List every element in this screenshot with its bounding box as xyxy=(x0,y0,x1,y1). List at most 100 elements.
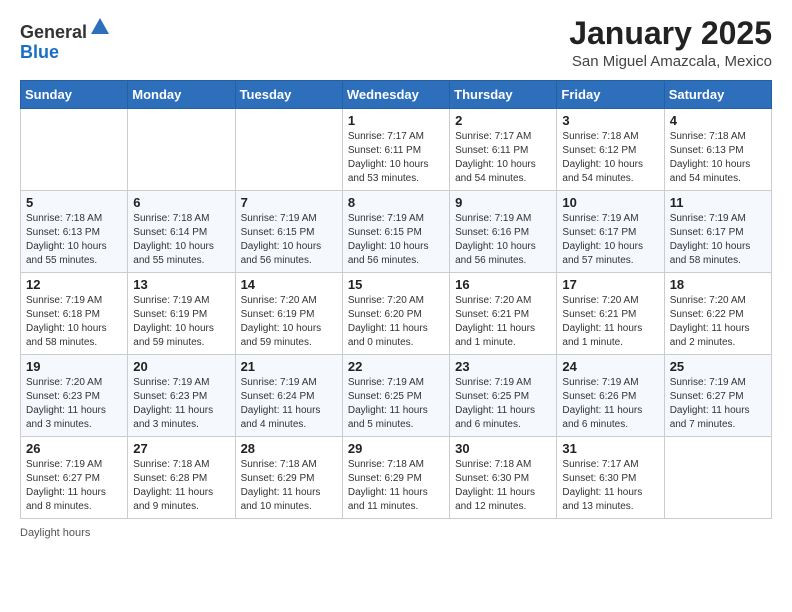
calendar-header-row: SundayMondayTuesdayWednesdayThursdayFrid… xyxy=(21,81,772,109)
calendar-cell: 24 Sunrise: 7:19 AMSunset: 6:26 PMDaylig… xyxy=(557,355,664,437)
weekday-header-sunday: Sunday xyxy=(21,81,128,109)
day-number: 6 xyxy=(133,195,229,210)
calendar-week-3: 12 Sunrise: 7:19 AMSunset: 6:18 PMDaylig… xyxy=(21,273,772,355)
header: General Blue January 2025 San Miguel Ama… xyxy=(20,16,772,70)
day-info: Sunrise: 7:18 AMSunset: 6:28 PMDaylight:… xyxy=(133,459,213,512)
calendar-cell: 13 Sunrise: 7:19 AMSunset: 6:19 PMDaylig… xyxy=(128,273,235,355)
title-block: January 2025 San Miguel Amazcala, Mexico xyxy=(569,16,772,70)
day-number: 5 xyxy=(26,195,122,210)
calendar-week-4: 19 Sunrise: 7:20 AMSunset: 6:23 PMDaylig… xyxy=(21,355,772,437)
calendar-cell: 29 Sunrise: 7:18 AMSunset: 6:29 PMDaylig… xyxy=(342,437,449,519)
day-number: 22 xyxy=(348,359,444,374)
day-number: 20 xyxy=(133,359,229,374)
calendar-cell: 17 Sunrise: 7:20 AMSunset: 6:21 PMDaylig… xyxy=(557,273,664,355)
day-number: 25 xyxy=(670,359,766,374)
day-info: Sunrise: 7:18 AMSunset: 6:12 PMDaylight:… xyxy=(562,131,643,184)
calendar-cell: 12 Sunrise: 7:19 AMSunset: 6:18 PMDaylig… xyxy=(21,273,128,355)
day-number: 28 xyxy=(241,441,337,456)
day-info: Sunrise: 7:19 AMSunset: 6:17 PMDaylight:… xyxy=(562,213,643,266)
calendar-cell: 15 Sunrise: 7:20 AMSunset: 6:20 PMDaylig… xyxy=(342,273,449,355)
calendar-cell: 11 Sunrise: 7:19 AMSunset: 6:17 PMDaylig… xyxy=(664,191,771,273)
day-number: 10 xyxy=(562,195,658,210)
day-number: 18 xyxy=(670,277,766,292)
day-info: Sunrise: 7:17 AMSunset: 6:11 PMDaylight:… xyxy=(455,131,536,184)
day-number: 12 xyxy=(26,277,122,292)
day-number: 4 xyxy=(670,113,766,128)
day-info: Sunrise: 7:20 AMSunset: 6:21 PMDaylight:… xyxy=(455,295,535,348)
calendar-cell: 6 Sunrise: 7:18 AMSunset: 6:14 PMDayligh… xyxy=(128,191,235,273)
day-number: 7 xyxy=(241,195,337,210)
weekday-header-monday: Monday xyxy=(128,81,235,109)
calendar-cell: 9 Sunrise: 7:19 AMSunset: 6:16 PMDayligh… xyxy=(450,191,557,273)
day-info: Sunrise: 7:19 AMSunset: 6:15 PMDaylight:… xyxy=(241,213,322,266)
day-info: Sunrise: 7:20 AMSunset: 6:23 PMDaylight:… xyxy=(26,377,106,430)
calendar-table: SundayMondayTuesdayWednesdayThursdayFrid… xyxy=(20,80,772,519)
day-info: Sunrise: 7:19 AMSunset: 6:18 PMDaylight:… xyxy=(26,295,107,348)
day-number: 19 xyxy=(26,359,122,374)
weekday-header-tuesday: Tuesday xyxy=(235,81,342,109)
day-number: 15 xyxy=(348,277,444,292)
calendar-cell: 19 Sunrise: 7:20 AMSunset: 6:23 PMDaylig… xyxy=(21,355,128,437)
calendar-cell: 20 Sunrise: 7:19 AMSunset: 6:23 PMDaylig… xyxy=(128,355,235,437)
day-info: Sunrise: 7:18 AMSunset: 6:13 PMDaylight:… xyxy=(26,213,107,266)
day-info: Sunrise: 7:19 AMSunset: 6:25 PMDaylight:… xyxy=(348,377,428,430)
month-title: January 2025 xyxy=(569,16,772,51)
logo-blue: Blue xyxy=(20,42,59,62)
day-info: Sunrise: 7:19 AMSunset: 6:26 PMDaylight:… xyxy=(562,377,642,430)
weekday-header-saturday: Saturday xyxy=(664,81,771,109)
day-info: Sunrise: 7:19 AMSunset: 6:27 PMDaylight:… xyxy=(26,459,106,512)
calendar-cell: 26 Sunrise: 7:19 AMSunset: 6:27 PMDaylig… xyxy=(21,437,128,519)
day-info: Sunrise: 7:20 AMSunset: 6:20 PMDaylight:… xyxy=(348,295,428,348)
day-info: Sunrise: 7:20 AMSunset: 6:21 PMDaylight:… xyxy=(562,295,642,348)
day-number: 30 xyxy=(455,441,551,456)
location-title: San Miguel Amazcala, Mexico xyxy=(569,53,772,70)
calendar-cell: 28 Sunrise: 7:18 AMSunset: 6:29 PMDaylig… xyxy=(235,437,342,519)
day-info: Sunrise: 7:18 AMSunset: 6:30 PMDaylight:… xyxy=(455,459,535,512)
day-info: Sunrise: 7:20 AMSunset: 6:19 PMDaylight:… xyxy=(241,295,322,348)
day-number: 8 xyxy=(348,195,444,210)
day-info: Sunrise: 7:17 AMSunset: 6:30 PMDaylight:… xyxy=(562,459,642,512)
day-number: 21 xyxy=(241,359,337,374)
calendar-cell: 27 Sunrise: 7:18 AMSunset: 6:28 PMDaylig… xyxy=(128,437,235,519)
page: General Blue January 2025 San Miguel Ama… xyxy=(0,0,792,612)
calendar-cell: 22 Sunrise: 7:19 AMSunset: 6:25 PMDaylig… xyxy=(342,355,449,437)
day-number: 26 xyxy=(26,441,122,456)
calendar-cell xyxy=(21,109,128,191)
day-number: 11 xyxy=(670,195,766,210)
calendar-cell: 5 Sunrise: 7:18 AMSunset: 6:13 PMDayligh… xyxy=(21,191,128,273)
day-info: Sunrise: 7:19 AMSunset: 6:19 PMDaylight:… xyxy=(133,295,214,348)
calendar-cell: 1 Sunrise: 7:17 AMSunset: 6:11 PMDayligh… xyxy=(342,109,449,191)
calendar-cell: 7 Sunrise: 7:19 AMSunset: 6:15 PMDayligh… xyxy=(235,191,342,273)
calendar-week-5: 26 Sunrise: 7:19 AMSunset: 6:27 PMDaylig… xyxy=(21,437,772,519)
calendar-cell: 18 Sunrise: 7:20 AMSunset: 6:22 PMDaylig… xyxy=(664,273,771,355)
day-number: 3 xyxy=(562,113,658,128)
calendar-cell: 31 Sunrise: 7:17 AMSunset: 6:30 PMDaylig… xyxy=(557,437,664,519)
day-number: 16 xyxy=(455,277,551,292)
day-number: 23 xyxy=(455,359,551,374)
day-info: Sunrise: 7:17 AMSunset: 6:11 PMDaylight:… xyxy=(348,131,429,184)
calendar-cell: 3 Sunrise: 7:18 AMSunset: 6:12 PMDayligh… xyxy=(557,109,664,191)
day-info: Sunrise: 7:19 AMSunset: 6:23 PMDaylight:… xyxy=(133,377,213,430)
calendar-cell: 2 Sunrise: 7:17 AMSunset: 6:11 PMDayligh… xyxy=(450,109,557,191)
day-number: 14 xyxy=(241,277,337,292)
day-number: 29 xyxy=(348,441,444,456)
day-info: Sunrise: 7:19 AMSunset: 6:17 PMDaylight:… xyxy=(670,213,751,266)
weekday-header-thursday: Thursday xyxy=(450,81,557,109)
day-info: Sunrise: 7:18 AMSunset: 6:13 PMDaylight:… xyxy=(670,131,751,184)
calendar-cell: 30 Sunrise: 7:18 AMSunset: 6:30 PMDaylig… xyxy=(450,437,557,519)
calendar-cell xyxy=(664,437,771,519)
calendar-cell: 23 Sunrise: 7:19 AMSunset: 6:25 PMDaylig… xyxy=(450,355,557,437)
day-number: 27 xyxy=(133,441,229,456)
calendar-body: 1 Sunrise: 7:17 AMSunset: 6:11 PMDayligh… xyxy=(21,109,772,519)
day-info: Sunrise: 7:19 AMSunset: 6:16 PMDaylight:… xyxy=(455,213,536,266)
day-info: Sunrise: 7:20 AMSunset: 6:22 PMDaylight:… xyxy=(670,295,750,348)
footer-note: Daylight hours xyxy=(20,527,772,539)
logo-icon xyxy=(89,16,111,38)
logo-general: General xyxy=(20,22,87,42)
day-info: Sunrise: 7:18 AMSunset: 6:29 PMDaylight:… xyxy=(348,459,428,512)
calendar-cell xyxy=(235,109,342,191)
logo: General Blue xyxy=(20,16,111,63)
calendar-cell xyxy=(128,109,235,191)
day-info: Sunrise: 7:18 AMSunset: 6:14 PMDaylight:… xyxy=(133,213,214,266)
calendar-cell: 16 Sunrise: 7:20 AMSunset: 6:21 PMDaylig… xyxy=(450,273,557,355)
